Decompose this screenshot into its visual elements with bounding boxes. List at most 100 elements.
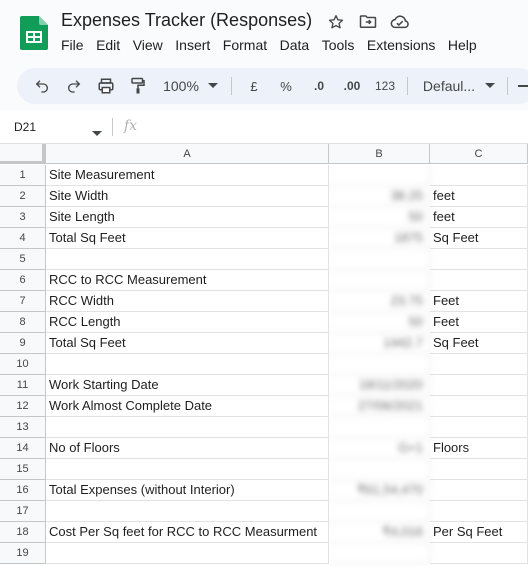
font-select[interactable]: Defaul... [419, 68, 479, 104]
cell-a[interactable]: RCC Width [46, 291, 329, 312]
cell-b[interactable]: 1442.7 [329, 333, 430, 354]
cell-a[interactable] [46, 543, 329, 564]
undo-icon[interactable] [31, 68, 53, 104]
cell-a[interactable]: RCC Length [46, 312, 329, 333]
cell-c[interactable]: Per Sq Feet [430, 522, 528, 543]
cell-a[interactable]: Site Length [46, 207, 329, 228]
paint-format-icon[interactable] [127, 68, 149, 104]
cell-b[interactable] [329, 249, 430, 270]
redo-icon[interactable] [63, 68, 85, 104]
row-header[interactable]: 8 [0, 312, 46, 333]
decrease-decimal-button[interactable]: .0 [307, 68, 331, 104]
row-header[interactable]: 11 [0, 375, 46, 396]
menu-extensions[interactable]: Extensions [367, 37, 435, 53]
font-chevron-down-icon[interactable] [483, 68, 497, 104]
cell-a[interactable] [46, 501, 329, 522]
font-size-decrease-icon[interactable] [517, 68, 528, 104]
cell-b[interactable] [329, 165, 430, 186]
row-header[interactable]: 1 [0, 165, 46, 186]
cell-a[interactable]: No of Floors [46, 438, 329, 459]
menu-insert[interactable]: Insert [175, 37, 210, 53]
cell-c[interactable] [430, 270, 528, 291]
cell-b[interactable]: 50 [329, 312, 430, 333]
row-header[interactable]: 13 [0, 417, 46, 438]
cloud-status-icon[interactable] [390, 12, 410, 32]
cell-b[interactable] [329, 543, 430, 564]
menu-edit[interactable]: Edit [96, 37, 120, 53]
cell-c[interactable]: Floors [430, 438, 528, 459]
move-folder-icon[interactable] [358, 12, 378, 32]
cell-b[interactable]: 23.75 [329, 291, 430, 312]
star-icon[interactable] [326, 12, 346, 32]
column-header-c[interactable]: C [430, 144, 528, 164]
row-header[interactable]: 15 [0, 459, 46, 480]
cell-a[interactable] [46, 249, 329, 270]
cell-b[interactable]: 27/06/2021 [329, 396, 430, 417]
spreadsheet-grid[interactable]: A B C 1 Site Measurement 2 Site Width 38.25 f… [0, 144, 528, 566]
row-header[interactable]: 12 [0, 396, 46, 417]
cell-c[interactable]: Sq Feet [430, 228, 528, 249]
menu-format[interactable]: Format [223, 37, 267, 53]
cell-b[interactable]: 1875 [329, 228, 430, 249]
row-header[interactable]: 19 [0, 543, 46, 564]
row-header[interactable]: 18 [0, 522, 46, 543]
menu-file[interactable]: File [61, 37, 84, 53]
cell-c[interactable] [430, 165, 528, 186]
print-icon[interactable] [95, 68, 117, 104]
cell-b[interactable]: 50 [329, 207, 430, 228]
cell-b[interactable] [329, 354, 430, 375]
zoom-chevron-down-icon[interactable] [207, 68, 219, 104]
cell-a[interactable]: RCC to RCC Measurement [46, 270, 329, 291]
menu-tools[interactable]: Tools [322, 37, 355, 53]
cell-c[interactable] [430, 501, 528, 522]
cell-a[interactable]: Work Starting Date [46, 375, 329, 396]
cell-c[interactable] [430, 396, 528, 417]
row-header[interactable]: 3 [0, 207, 46, 228]
menu-data[interactable]: Data [280, 37, 310, 53]
cell-a[interactable] [46, 459, 329, 480]
cell-b[interactable]: ₹4,016 [329, 522, 430, 543]
row-header[interactable]: 4 [0, 228, 46, 249]
row-header[interactable]: 7 [0, 291, 46, 312]
cell-b[interactable] [329, 417, 430, 438]
row-header[interactable]: 10 [0, 354, 46, 375]
currency-format-button[interactable]: £ [245, 68, 263, 104]
row-header[interactable]: 5 [0, 249, 46, 270]
row-header[interactable]: 6 [0, 270, 46, 291]
name-box[interactable]: D21 [14, 120, 36, 134]
menu-view[interactable]: View [133, 37, 163, 53]
cell-b[interactable]: 18/11/2020 [329, 375, 430, 396]
cell-b[interactable]: 38.25 [329, 186, 430, 207]
column-header-a[interactable]: A [46, 144, 329, 164]
cell-c[interactable] [430, 417, 528, 438]
cell-b[interactable] [329, 459, 430, 480]
cell-b[interactable] [329, 270, 430, 291]
cell-a[interactable]: Site Measurement [46, 165, 329, 186]
percent-format-button[interactable]: % [277, 68, 295, 104]
cell-a[interactable]: Cost Per Sq feet for RCC to RCC Measurme… [46, 522, 329, 543]
cell-b[interactable] [329, 501, 430, 522]
cell-a[interactable]: Total Sq Feet [46, 333, 329, 354]
cell-a[interactable]: Work Almost Complete Date [46, 396, 329, 417]
cell-b[interactable]: G+1 [329, 438, 430, 459]
cell-c[interactable]: Sq Feet [430, 333, 528, 354]
cell-a[interactable]: Total Sq Feet [46, 228, 329, 249]
cell-c[interactable] [430, 354, 528, 375]
row-header[interactable]: 9 [0, 333, 46, 354]
cell-c[interactable] [430, 249, 528, 270]
name-box-chevron-down-icon[interactable] [92, 124, 102, 142]
document-title[interactable]: Expenses Tracker (Responses) [61, 10, 312, 31]
row-header[interactable]: 14 [0, 438, 46, 459]
cell-a[interactable]: Total Expenses (without Interior) [46, 480, 329, 501]
zoom-select[interactable]: 100% [161, 68, 201, 104]
row-header[interactable]: 17 [0, 501, 46, 522]
cell-b[interactable]: ₹61,54,470 [329, 480, 430, 501]
cell-c[interactable]: feet [430, 207, 528, 228]
sheets-logo-icon[interactable] [20, 16, 48, 50]
cell-c[interactable] [430, 543, 528, 564]
more-formats-button[interactable]: 123 [373, 68, 397, 104]
cell-c[interactable]: Feet [430, 291, 528, 312]
increase-decimal-button[interactable]: .00 [339, 68, 365, 104]
cell-a[interactable] [46, 354, 329, 375]
cell-a[interactable] [46, 417, 329, 438]
